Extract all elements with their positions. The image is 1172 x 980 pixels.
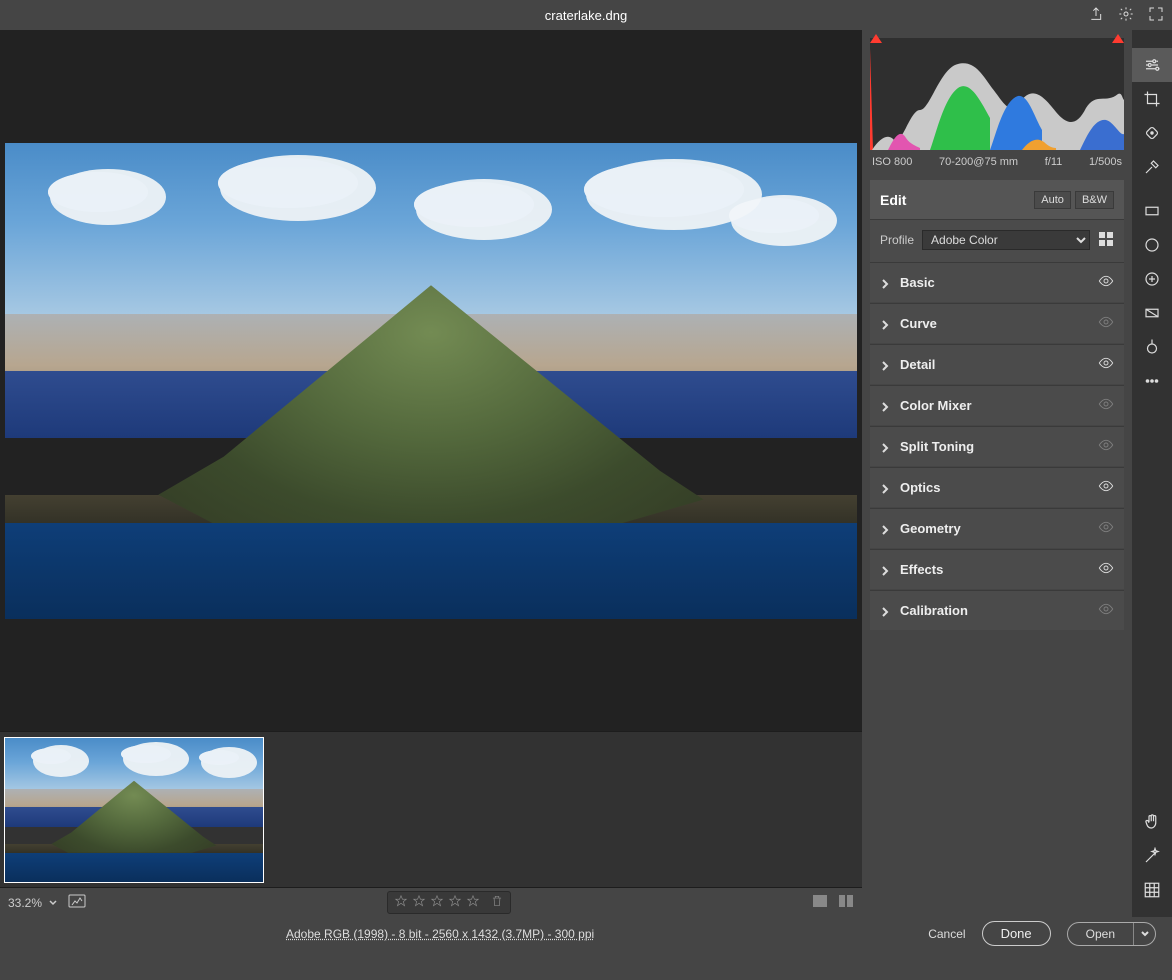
star-icon[interactable]	[412, 894, 426, 911]
edit-tool-icon[interactable]	[1132, 48, 1172, 82]
edit-sidebar: ISO 800 70-200@75 mm f/11 1/500s Edit Au…	[862, 30, 1132, 917]
panel-label: Effects	[900, 562, 1098, 577]
exif-aperture: f/11	[1045, 156, 1063, 168]
chevron-right-icon	[880, 401, 890, 411]
fit-icon[interactable]	[68, 894, 86, 911]
magic-tool-icon[interactable]	[1132, 839, 1172, 873]
local-rect-tool-icon[interactable]	[1132, 194, 1172, 228]
add-mask-tool-icon[interactable]	[1132, 262, 1172, 296]
chevron-right-icon	[880, 524, 890, 534]
edit-title: Edit	[880, 192, 1030, 208]
panel-label: Split Toning	[900, 439, 1098, 454]
panel-row-curve[interactable]: Curve	[870, 303, 1124, 343]
panel-row-optics[interactable]: Optics	[870, 467, 1124, 507]
panel-label: Basic	[900, 275, 1098, 290]
filmstrip-thumbnail[interactable]	[4, 737, 264, 883]
profile-browser-icon[interactable]	[1098, 231, 1114, 250]
open-button[interactable]: Open	[1068, 923, 1133, 945]
star-icon[interactable]	[394, 894, 408, 911]
fullscreen-icon[interactable]	[1148, 6, 1164, 25]
cancel-button[interactable]: Cancel	[928, 927, 965, 941]
panel-row-split-toning[interactable]: Split Toning	[870, 426, 1124, 466]
hand-tool-icon[interactable]	[1132, 805, 1172, 839]
histogram[interactable]	[870, 38, 1124, 150]
exif-shutter: 1/500s	[1089, 156, 1122, 168]
brush-tool-icon[interactable]	[1132, 330, 1172, 364]
edit-header: Edit Auto B&W	[870, 180, 1124, 220]
compare-view-icon[interactable]	[838, 893, 854, 912]
panel-label: Geometry	[900, 521, 1098, 536]
canvas-column: 33.2%	[0, 30, 862, 917]
zoom-dropdown[interactable]: 33.2%	[8, 896, 58, 910]
visibility-toggle-icon[interactable]	[1098, 519, 1114, 538]
gradient-tool-icon[interactable]	[1132, 296, 1172, 330]
chevron-right-icon	[880, 565, 890, 575]
open-menu-caret[interactable]	[1133, 923, 1155, 945]
panel-label: Optics	[900, 480, 1098, 495]
profile-select[interactable]: Adobe Color	[922, 230, 1090, 250]
single-view-icon[interactable]	[812, 893, 828, 912]
chevron-right-icon	[880, 360, 890, 370]
visibility-toggle-icon[interactable]	[1098, 396, 1114, 415]
profile-row: Profile Adobe Color	[870, 220, 1124, 262]
chevron-right-icon	[880, 483, 890, 493]
profile-label: Profile	[880, 233, 914, 247]
grid-tool-icon[interactable]	[1132, 873, 1172, 907]
star-icon[interactable]	[466, 894, 480, 911]
radial-tool-icon[interactable]	[1132, 228, 1172, 262]
panel-label: Curve	[900, 316, 1098, 331]
preview-image	[5, 143, 857, 619]
visibility-toggle-icon[interactable]	[1098, 560, 1114, 579]
panel-label: Calibration	[900, 603, 1098, 618]
workflow-summary[interactable]: Adobe RGB (1998) - 8 bit - 2560 x 1432 (…	[286, 927, 594, 941]
visibility-toggle-icon[interactable]	[1098, 437, 1114, 456]
bw-button[interactable]: B&W	[1075, 191, 1114, 209]
heal-tool-icon[interactable]	[1132, 116, 1172, 150]
visibility-toggle-icon[interactable]	[1098, 601, 1114, 620]
panel-list: Basic Curve Detail Color Mixer Split Toning O…	[870, 262, 1124, 630]
panel-row-geometry[interactable]: Geometry	[870, 508, 1124, 548]
star-icon[interactable]	[448, 894, 462, 911]
more-tools-icon[interactable]	[1132, 364, 1172, 398]
panel-row-color-mixer[interactable]: Color Mixer	[870, 385, 1124, 425]
open-split-button: Open	[1067, 922, 1156, 946]
footer: Adobe RGB (1998) - 8 bit - 2560 x 1432 (…	[0, 917, 1172, 950]
zoom-value: 33.2%	[8, 896, 42, 910]
exif-summary: ISO 800 70-200@75 mm f/11 1/500s	[862, 150, 1132, 176]
panel-label: Color Mixer	[900, 398, 1098, 413]
panel-row-detail[interactable]: Detail	[870, 344, 1124, 384]
visibility-toggle-icon[interactable]	[1098, 478, 1114, 497]
eyedropper-tool-icon[interactable]	[1132, 150, 1172, 184]
star-icon[interactable]	[430, 894, 444, 911]
chevron-right-icon	[880, 319, 890, 329]
status-bar: 33.2%	[0, 887, 862, 917]
panel-row-basic[interactable]: Basic	[870, 262, 1124, 302]
visibility-toggle-icon[interactable]	[1098, 314, 1114, 333]
filmstrip	[0, 731, 862, 887]
crop-tool-icon[interactable]	[1132, 82, 1172, 116]
panel-label: Detail	[900, 357, 1098, 372]
gear-icon[interactable]	[1118, 6, 1134, 25]
rating-bar	[387, 891, 511, 914]
image-viewport[interactable]	[0, 30, 862, 731]
done-button[interactable]: Done	[982, 921, 1051, 946]
panel-row-calibration[interactable]: Calibration	[870, 590, 1124, 630]
document-filename: craterlake.dng	[545, 8, 627, 23]
titlebar: craterlake.dng	[0, 0, 1172, 30]
exif-lens: 70-200@75 mm	[939, 156, 1018, 168]
visibility-toggle-icon[interactable]	[1098, 355, 1114, 374]
panel-row-effects[interactable]: Effects	[870, 549, 1124, 589]
trash-icon[interactable]	[490, 894, 504, 911]
visibility-toggle-icon[interactable]	[1098, 273, 1114, 292]
chevron-right-icon	[880, 278, 890, 288]
chevron-right-icon	[880, 606, 890, 616]
tool-strip	[1132, 30, 1172, 917]
auto-button[interactable]: Auto	[1034, 191, 1071, 209]
export-icon[interactable]	[1088, 6, 1104, 25]
chevron-right-icon	[880, 442, 890, 452]
exif-iso: ISO 800	[872, 156, 912, 168]
